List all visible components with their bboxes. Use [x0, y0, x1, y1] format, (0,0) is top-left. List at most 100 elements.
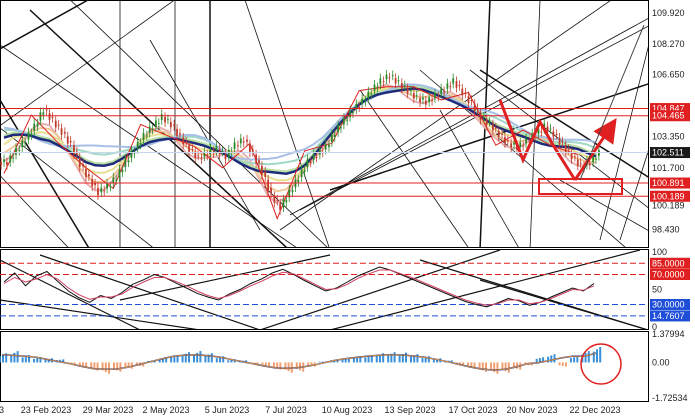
candle-body — [145, 135, 148, 137]
candle-body — [488, 121, 491, 123]
candle-body — [45, 109, 48, 111]
candle-body — [33, 123, 36, 131]
date-axis: 23 23 Feb 2023 29 Mar 2023 2 May 2023 5 Jun … — [0, 405, 621, 415]
histogram-axis: 1.37994 0.00 -1.72534 — [652, 329, 688, 403]
histogram-bar — [421, 358, 424, 363]
candle-body — [324, 144, 327, 150]
histogram-bar — [352, 358, 355, 363]
histogram-bar — [432, 359, 435, 363]
candle-body — [24, 142, 27, 144]
candle-body — [237, 145, 239, 147]
candle-body — [464, 92, 467, 94]
candle-body — [12, 157, 15, 159]
candle-body — [100, 187, 103, 193]
candle-body — [21, 140, 24, 148]
date-tick-label: 13 Sep 2023 — [384, 405, 435, 415]
candle-body — [458, 84, 461, 86]
candle-body — [136, 141, 139, 149]
candle-body — [87, 174, 90, 177]
histogram-tick-label: 1.37994 — [652, 329, 685, 339]
histogram-bar — [535, 358, 538, 363]
candle-body — [352, 112, 354, 114]
candle-body — [567, 148, 570, 150]
candle-body — [121, 170, 124, 173]
candle-body — [66, 136, 69, 144]
candle-body — [179, 133, 181, 135]
histogram-bar — [576, 356, 579, 363]
histogram-bar — [550, 355, 553, 363]
candle-body — [361, 99, 363, 105]
oscillator-tick-label: 100 — [652, 247, 667, 257]
histogram-bar — [2, 354, 4, 363]
candle-body — [342, 117, 345, 125]
histogram-bar — [108, 362, 111, 374]
candle-body — [0, 162, 2, 165]
candle-body — [385, 74, 388, 80]
candle-body — [182, 137, 185, 145]
candle-body — [340, 127, 342, 129]
histogram-bar — [24, 356, 27, 363]
candle-body — [251, 149, 254, 152]
oscillator-tick-label: 50 — [652, 285, 662, 295]
histogram-bar — [210, 353, 213, 363]
candle-body — [3, 159, 5, 163]
candle-body — [18, 149, 21, 151]
candle-body — [246, 139, 248, 142]
candle-body — [470, 100, 473, 102]
histogram-bar — [181, 355, 184, 363]
candle-body — [431, 100, 433, 102]
histogram-bar — [364, 357, 367, 363]
histogram-bar — [558, 362, 561, 366]
candle-body — [579, 162, 582, 164]
price-level-label: 100.891 — [652, 178, 685, 188]
candle-body — [300, 169, 303, 178]
candle-body — [273, 196, 276, 203]
oscillator-panel — [0, 249, 649, 330]
histogram-bar — [173, 356, 176, 363]
candle-body — [318, 149, 321, 155]
candle-body — [27, 132, 30, 140]
candle-body — [394, 78, 397, 84]
candle-body — [525, 138, 527, 144]
candle-body — [63, 132, 66, 134]
candle-body — [370, 93, 373, 95]
oscillator-axis: 10050085.000070.000030.000014.7607 — [650, 247, 690, 332]
candle-body — [492, 124, 494, 131]
candle-body — [419, 98, 421, 103]
candle-body — [264, 171, 267, 177]
histogram-bar — [405, 352, 408, 363]
candle-body — [106, 183, 108, 189]
candle-body — [15, 148, 17, 155]
oscillator-level-label: 14.7607 — [652, 311, 685, 321]
candle-body — [39, 112, 42, 121]
candle-body — [167, 119, 169, 121]
candle-body — [176, 128, 178, 137]
candle-body — [215, 146, 218, 151]
candle-body — [142, 132, 145, 141]
candle-body — [406, 88, 409, 94]
candle-body — [9, 155, 12, 163]
histogram-bar — [375, 355, 378, 363]
histogram-bar — [170, 357, 173, 363]
candle-body — [224, 153, 227, 160]
candle-body — [78, 157, 81, 167]
candle-body — [6, 162, 8, 165]
candle-body — [276, 199, 279, 201]
candle-body — [242, 141, 245, 143]
candle-body — [103, 190, 106, 192]
histogram-bar — [367, 356, 370, 363]
date-tick-label: 20 Nov 2023 — [506, 405, 557, 415]
candle-body — [494, 127, 497, 129]
price-tick-label: 106.650 — [652, 70, 685, 80]
histogram-bar — [501, 362, 504, 370]
date-tick-label: 2 May 2023 — [142, 405, 189, 415]
candle-body — [330, 134, 333, 143]
histogram-bar — [215, 358, 218, 363]
date-tick-label: 23 — [0, 405, 4, 415]
candle-body — [388, 77, 391, 79]
candle-body — [30, 133, 33, 136]
oscillator-level-label: 30.0000 — [652, 300, 685, 310]
histogram-bar — [561, 362, 564, 366]
candle-body — [270, 187, 272, 194]
candle-body — [400, 83, 403, 89]
